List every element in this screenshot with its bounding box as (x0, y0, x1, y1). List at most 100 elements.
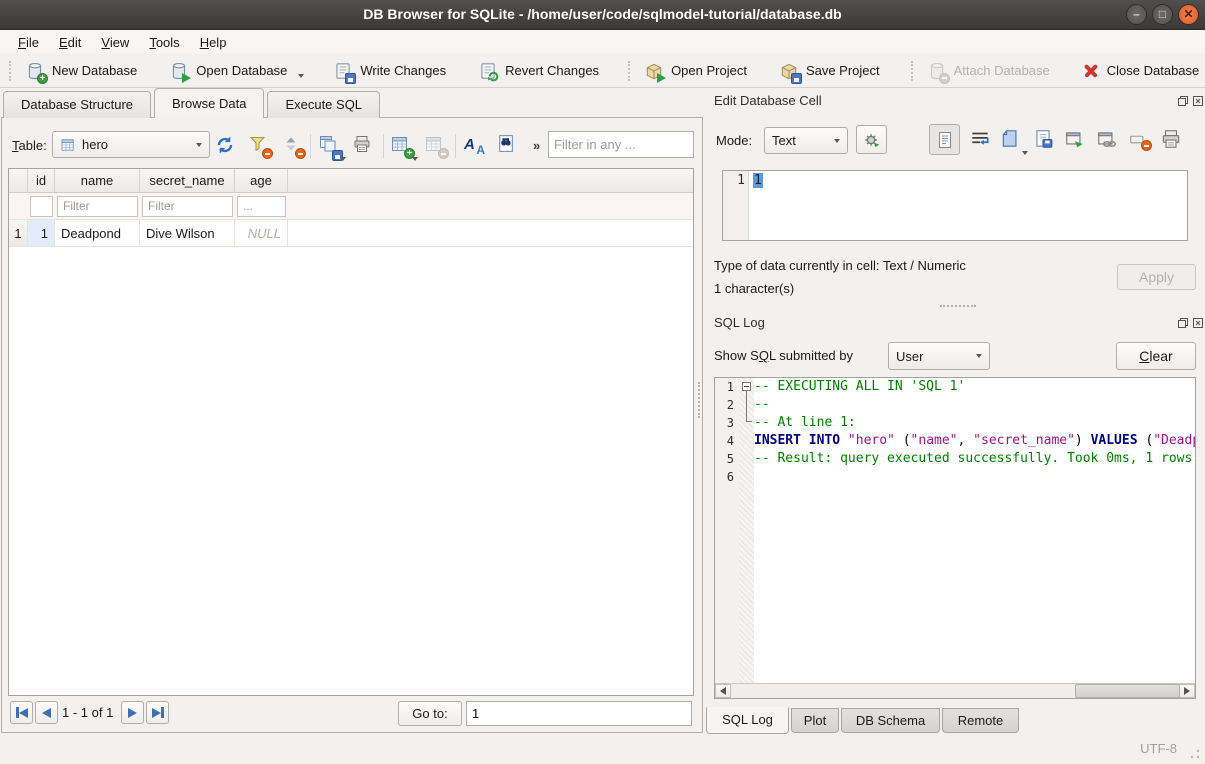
scroll-left-icon[interactable] (715, 684, 731, 698)
table-select[interactable]: hero (52, 131, 210, 158)
attach-database-icon (927, 61, 947, 81)
refresh-button[interactable] (214, 134, 238, 158)
close-icon[interactable]: ✕ (1178, 4, 1199, 25)
toolbar-grip[interactable] (9, 61, 11, 81)
filter-any-input[interactable] (548, 131, 694, 158)
find-in-cells-button[interactable] (495, 133, 519, 157)
scrollbar-track[interactable] (731, 684, 1179, 698)
scrollbar-thumb[interactable] (1075, 684, 1180, 698)
chevron-down-icon (1022, 151, 1028, 155)
resize-grip[interactable] (1189, 748, 1201, 760)
first-record-button[interactable] (10, 701, 33, 724)
clear-log-button[interactable]: Clear (1116, 342, 1196, 370)
table-icon (60, 137, 76, 153)
open-database-button[interactable]: Open Database (160, 56, 296, 86)
goto-button[interactable]: Go to: (398, 701, 462, 726)
filter-input-name[interactable] (57, 196, 138, 217)
revert-changes-button[interactable]: Revert Changes (469, 56, 608, 86)
filter-input-age[interactable] (237, 196, 286, 217)
clear-sort-button[interactable] (281, 134, 305, 158)
panel-splitter-handle[interactable] (698, 382, 703, 418)
menu-view[interactable]: View (91, 32, 139, 53)
menu-file[interactable]: File (8, 32, 49, 53)
cell-age[interactable]: NULL (235, 220, 288, 246)
table-select-value: hero (82, 137, 108, 152)
filter-input-id[interactable] (30, 196, 53, 217)
cell-editor[interactable]: 1 1 (722, 170, 1188, 241)
dock-tab-plot[interactable]: Plot (791, 708, 839, 733)
new-database-icon: + (25, 61, 45, 81)
sql-log-hscrollbar[interactable] (715, 683, 1195, 698)
tab-browse-data[interactable]: Browse Data (154, 88, 264, 118)
gear-icon (863, 131, 881, 149)
close-database-icon (1082, 62, 1100, 80)
open-database-dropdown-icon[interactable] (298, 74, 304, 78)
main-toolbar: + New Database Open Database Write Chang… (0, 54, 1205, 88)
write-changes-button[interactable]: Write Changes (324, 56, 455, 86)
fold-connector (746, 391, 752, 422)
tab-execute-sql[interactable]: Execute SQL (267, 91, 380, 118)
minimize-icon[interactable]: – (1126, 4, 1147, 25)
close-database-button[interactable]: Close Database (1073, 57, 1205, 85)
sql-log-filter-select[interactable]: User (888, 342, 990, 370)
import-from-file-button[interactable] (1000, 128, 1024, 152)
cell-editor-value[interactable]: 1 (753, 173, 763, 188)
auto-apply-button[interactable] (856, 125, 887, 154)
print-records-button[interactable] (352, 134, 376, 158)
encoding-label: UTF-8 (1140, 741, 1177, 756)
menu-edit[interactable]: Edit (49, 32, 91, 53)
goto-input[interactable] (466, 701, 692, 726)
dock-tab-sql-log[interactable]: SQL Log (706, 707, 789, 734)
menu-help[interactable]: Help (190, 32, 237, 53)
word-wrap-button[interactable] (969, 128, 993, 152)
save-project-button[interactable]: Save Project (770, 56, 889, 86)
text-mode-button[interactable] (929, 124, 960, 155)
column-header-id[interactable]: id (28, 169, 55, 192)
grid-corner[interactable] (9, 169, 28, 192)
dock-close-icon[interactable] (1192, 95, 1204, 107)
dock-float-icon[interactable] (1177, 317, 1189, 329)
tab-database-structure[interactable]: Database Structure (3, 91, 151, 118)
dock-tab-remote[interactable]: Remote (942, 708, 1019, 733)
next-record-button[interactable] (121, 701, 144, 724)
column-header-name[interactable]: name (55, 169, 140, 192)
dock-float-icon[interactable] (1177, 95, 1189, 107)
open-database-icon (169, 61, 189, 81)
dock-splitter-handle[interactable] (940, 305, 976, 310)
mode-label: Mode: (716, 133, 752, 148)
row-header[interactable]: 1 (9, 220, 28, 246)
open-external-button[interactable] (1064, 128, 1088, 152)
cell-secret-name[interactable]: Dive Wilson (140, 220, 235, 246)
dock-tab-db-schema[interactable]: DB Schema (841, 708, 940, 733)
last-record-button[interactable] (146, 701, 169, 724)
print-cell-button[interactable] (1160, 128, 1184, 152)
scroll-right-icon[interactable] (1179, 684, 1195, 698)
open-project-button[interactable]: Open Project (635, 56, 756, 86)
filter-input-secret-name[interactable] (142, 196, 233, 217)
maximize-icon[interactable]: □ (1152, 4, 1173, 25)
clear-filters-button[interactable] (248, 134, 272, 158)
new-record-button[interactable]: + (390, 134, 414, 158)
cell-name[interactable]: Deadpond (55, 220, 140, 246)
title-bar[interactable]: DB Browser for SQLite - /home/user/code/… (0, 0, 1205, 30)
sql-log-view[interactable]: 1-- EXECUTING ALL IN 'SQL 1'2--3-- At li… (714, 377, 1196, 699)
cell-id[interactable]: 1 (28, 220, 55, 246)
new-database-button[interactable]: + New Database (16, 56, 146, 86)
copy-record-button[interactable] (318, 134, 342, 158)
export-to-file-button[interactable] (1032, 128, 1056, 152)
toolbar-grip[interactable] (911, 61, 913, 81)
column-header-age[interactable]: age (235, 169, 288, 192)
set-null-button[interactable] (1128, 128, 1152, 152)
data-link-button[interactable] (1096, 128, 1120, 152)
menu-tools[interactable]: Tools (139, 32, 189, 53)
fold-collapse-icon[interactable] (742, 382, 751, 391)
column-header-secret-name[interactable]: secret_name (140, 169, 235, 192)
toolbar-overflow-chevron[interactable]: » (533, 138, 540, 153)
toolbar-grip[interactable] (628, 61, 630, 81)
mode-select[interactable]: Text (764, 127, 848, 154)
previous-record-button[interactable] (35, 701, 58, 724)
write-changes-icon (333, 61, 353, 81)
log-line: 4INSERT INTO "hero" ("name", "secret_nam… (715, 432, 1195, 450)
dock-close-icon[interactable] (1192, 317, 1204, 329)
font-button[interactable] (462, 134, 486, 158)
